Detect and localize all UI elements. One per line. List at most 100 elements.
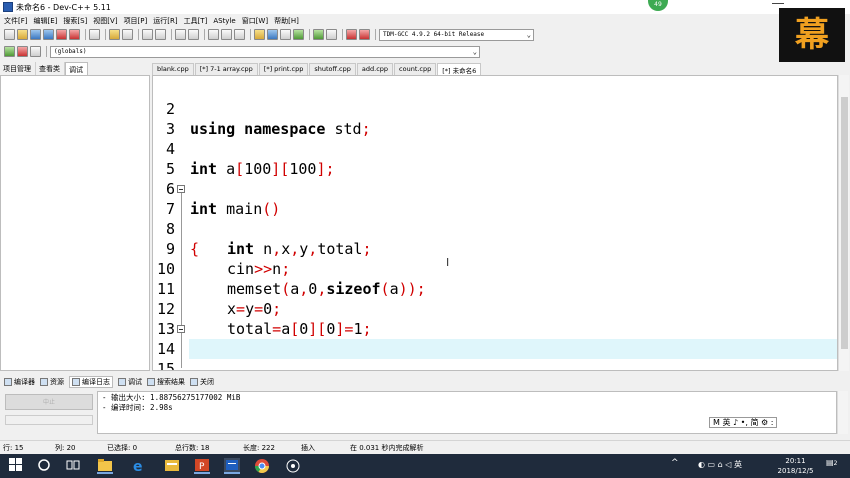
editor-tab-array[interactable]: [*] 7-1 array.cpp <box>194 63 258 75</box>
toolbar-separator <box>105 29 106 40</box>
file-manager-icon[interactable] <box>164 458 180 474</box>
fold-collapse-icon[interactable] <box>177 185 185 193</box>
replace-icon[interactable] <box>155 29 166 40</box>
redo-icon[interactable] <box>122 29 133 40</box>
save-all-icon[interactable] <box>43 29 54 40</box>
stop-execution-icon[interactable] <box>326 29 337 40</box>
compiler-select[interactable]: TDM-GCC 4.9.2 64-bit Release ⌄ <box>379 28 534 41</box>
code-line: 12 total=a[0][0]=1; <box>153 279 837 338</box>
close-all-icon[interactable] <box>69 29 80 40</box>
menu-astyle[interactable]: AStyle <box>213 17 235 25</box>
edge-browser-icon[interactable]: e <box>131 458 147 475</box>
tab-project-manager[interactable]: 项目管理 <box>0 62 36 75</box>
cortana-search-icon[interactable] <box>37 458 53 474</box>
menu-search[interactable]: 搜索[S] <box>63 16 87 26</box>
close-file-icon[interactable] <box>56 29 67 40</box>
bookmark-icon[interactable] <box>188 29 199 40</box>
tab-compile-log[interactable]: 编译日志 <box>69 376 113 388</box>
powerpoint-icon[interactable]: P <box>194 458 210 474</box>
toggle-bookmark-icon[interactable] <box>17 46 28 57</box>
profile-icon[interactable] <box>346 29 357 40</box>
tab-resources-label: 资源 <box>50 378 64 386</box>
shield-icon[interactable] <box>234 29 245 40</box>
editor-tab-blank[interactable]: blank.cpp <box>152 63 194 75</box>
tab-search-results[interactable]: 搜索结果 <box>147 377 185 387</box>
menu-help[interactable]: 帮助[H] <box>274 16 299 26</box>
tab-resources[interactable]: 资源 <box>40 377 64 387</box>
camera-app-icon[interactable] <box>285 458 301 474</box>
goto-line-icon[interactable] <box>175 29 186 40</box>
minimize-button[interactable] <box>772 3 784 4</box>
tab-debug[interactable]: 调试 <box>65 62 88 75</box>
log-scrollbar[interactable] <box>837 391 848 434</box>
chevron-down-icon: ⌄ <box>472 47 477 56</box>
ime-toolbar[interactable]: M 英 ♪ •, 简 ⚙ : <box>709 417 778 428</box>
tab-close[interactable]: 关闭 <box>190 377 214 387</box>
language-indicator[interactable]: 英 <box>734 460 742 469</box>
menu-project[interactable]: 项目[P] <box>124 16 148 26</box>
new-file-icon[interactable] <box>4 29 15 40</box>
fold-collapse-icon[interactable] <box>177 325 185 333</box>
rebuild-all-icon[interactable] <box>293 29 304 40</box>
file-explorer-icon[interactable] <box>97 458 113 474</box>
toolbar-separator <box>309 29 310 40</box>
compile-run-icon[interactable] <box>280 29 291 40</box>
tab-debug-bottom[interactable]: 调试 <box>118 377 142 387</box>
print-icon[interactable] <box>89 29 100 40</box>
shorten-paths-checkbox[interactable] <box>5 415 93 425</box>
code-line-current: 15 while(y+1<n) <box>153 339 837 370</box>
open-file-icon[interactable] <box>17 29 28 40</box>
ibeam-cursor-icon: I <box>446 256 450 269</box>
status-parse-time: 在 0.031 秒内完成解析 <box>350 444 424 452</box>
chrome-icon[interactable] <box>254 458 270 474</box>
editor-tab-add[interactable]: add.cpp <box>356 63 394 75</box>
menu-window[interactable]: 窗口[W] <box>242 16 268 26</box>
menu-view[interactable]: 视图[V] <box>93 16 117 26</box>
forward-arrow-icon[interactable] <box>221 29 232 40</box>
devcpp-taskbar-icon[interactable] <box>224 458 240 474</box>
scrollbar-thumb[interactable] <box>841 97 848 349</box>
status-selected: 已选择: 0 <box>107 444 138 452</box>
insert-icon[interactable] <box>4 46 15 57</box>
undo-icon[interactable] <box>109 29 120 40</box>
devcpp-app-icon <box>3 2 13 12</box>
tab-debug-label: 调试 <box>128 378 142 386</box>
code-line: 7 { <box>153 179 837 258</box>
editor-tab-shutoff[interactable]: shutoff.cpp <box>309 63 356 75</box>
debug-icon[interactable] <box>359 29 370 40</box>
editor-vertical-scrollbar[interactable] <box>838 75 849 371</box>
compile-icon[interactable] <box>254 29 265 40</box>
menu-edit[interactable]: 编辑[E] <box>34 16 58 26</box>
task-view-icon[interactable] <box>66 458 82 474</box>
menu-file[interactable]: 文件[F] <box>4 16 28 26</box>
editor-tab-print[interactable]: [*] print.cpp <box>258 63 309 75</box>
chart-icon <box>72 378 80 386</box>
tab-class-view[interactable]: 查看类 <box>36 62 65 75</box>
toolbar-separator <box>171 29 172 40</box>
editor-tab-untitled6[interactable]: [*] 未命名6 <box>437 63 482 75</box>
abort-compile-button[interactable]: 中止 <box>5 394 93 410</box>
scope-select-value: (globals) <box>54 47 87 55</box>
save-icon[interactable] <box>30 29 41 40</box>
resource-icon <box>40 378 48 386</box>
menu-tools[interactable]: 工具[T] <box>184 16 208 26</box>
run-icon[interactable] <box>267 29 278 40</box>
chevron-up-icon[interactable]: ^ <box>671 458 687 474</box>
find-icon[interactable] <box>142 29 153 40</box>
windows-start-icon[interactable] <box>9 458 25 474</box>
bottom-tabs: 编译器 资源 编译日志 调试 搜索结果 关闭 <box>0 375 850 389</box>
toolbar-separator <box>85 29 86 40</box>
menu-run[interactable]: 运行[R] <box>153 16 177 26</box>
editor-tab-count[interactable]: count.cpp <box>394 63 437 75</box>
clock[interactable]: 20:11 2018/12/5 <box>773 456 818 476</box>
check-syntax-icon[interactable] <box>313 29 324 40</box>
scope-select[interactable]: (globals) ⌄ <box>50 45 480 58</box>
back-arrow-icon[interactable] <box>208 29 219 40</box>
code-editor[interactable]: 2 using namespace std; 3 4 int a[100][10… <box>152 75 838 371</box>
tab-compiler[interactable]: 编译器 <box>4 377 35 387</box>
code-line: 13 while(total<n*n) <box>153 299 837 358</box>
action-center-icon[interactable]: ▤2 <box>826 458 842 474</box>
left-panel-tabs: 项目管理 查看类 调试 <box>0 62 150 75</box>
goto-bookmark-icon[interactable] <box>30 46 41 57</box>
system-tray-icons[interactable]: ◐ ▭ ⌂ ◁ 英 <box>698 459 758 475</box>
